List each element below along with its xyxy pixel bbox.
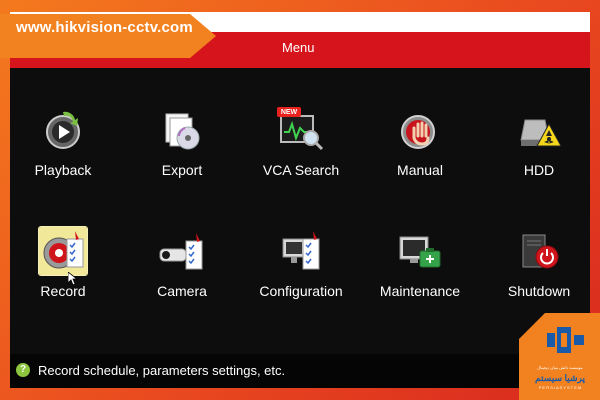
playback-icon (39, 106, 87, 154)
watermark-site: www.hikvision-cctv.com (16, 19, 193, 36)
menu-item-export[interactable]: Export (132, 82, 232, 182)
menu-item-label: Record (40, 283, 86, 299)
menu-item-vca-search[interactable]: NEW VCA Search (251, 82, 351, 182)
logo-line-3: P E R S I A S Y S T E M (538, 385, 582, 390)
configuration-icon (277, 227, 325, 275)
page-title: Menu (282, 40, 315, 55)
menu-grid: Playback Export NEW VCA Search Manual HD… (10, 82, 590, 332)
logo-mark-icon (547, 327, 584, 353)
menu-item-shutdown[interactable]: Shutdown (489, 203, 589, 303)
menu-item-configuration[interactable]: Configuration (251, 203, 351, 303)
record-icon (38, 226, 88, 276)
mouse-cursor-icon (68, 272, 78, 286)
help-icon: ? (16, 363, 30, 377)
menu-item-label: Manual (397, 162, 443, 178)
hdd-icon (515, 106, 563, 154)
menu-item-hdd[interactable]: HDD (489, 82, 589, 182)
menu-item-label: Maintenance (379, 283, 461, 299)
menu-item-label: Shutdown (507, 283, 571, 299)
menu-item-label: Camera (157, 283, 207, 299)
menu-item-label: Playback (34, 162, 92, 178)
menu-item-label: VCA Search (262, 162, 340, 178)
logo-line-1: موسسه دانش بنیان دیجیتال (537, 365, 583, 370)
export-icon (158, 106, 206, 154)
logo-line-2: پرشیا سیستم (535, 373, 585, 383)
new-badge: NEW (280, 109, 298, 116)
menu-item-label: Export (161, 162, 203, 178)
menu-item-maintenance[interactable]: Maintenance (370, 203, 470, 303)
menu-item-label: HDD (523, 162, 555, 178)
shutdown-icon (515, 227, 563, 275)
menu-item-record[interactable]: Record (13, 203, 113, 303)
menu-item-manual[interactable]: Manual (370, 82, 470, 182)
vca-search-icon: NEW (277, 106, 325, 154)
status-text: Record schedule, parameters settings, et… (38, 363, 286, 378)
dvr-menu-window: Menu Playback Export NEW VCA Search Manu… (10, 12, 590, 388)
menu-item-camera[interactable]: Camera (132, 203, 232, 303)
manual-icon (396, 106, 444, 154)
status-bar: ? Record schedule, parameters settings, … (10, 354, 590, 388)
maintenance-icon (396, 227, 444, 275)
camera-icon (158, 227, 206, 275)
menu-item-label: Configuration (259, 283, 343, 299)
menu-item-playback[interactable]: Playback (13, 82, 113, 182)
